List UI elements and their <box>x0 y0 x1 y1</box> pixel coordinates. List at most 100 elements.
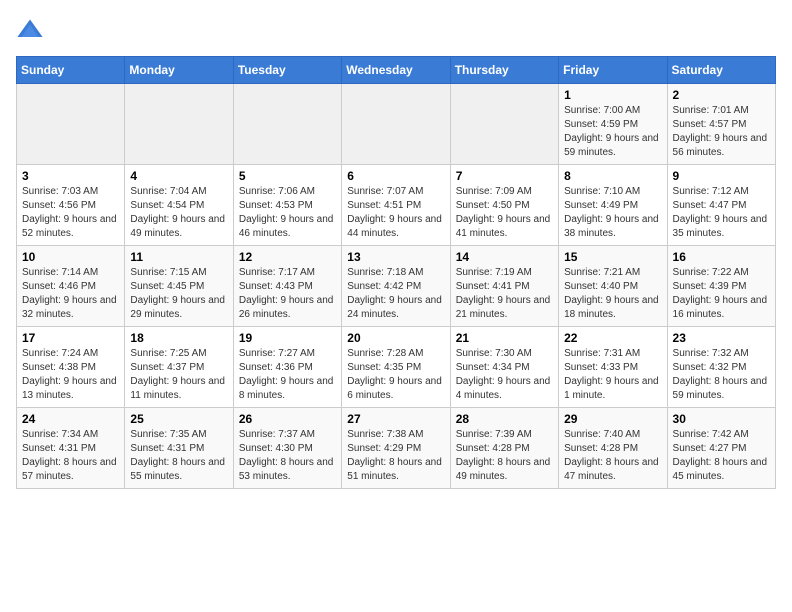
week-row-0: 1 Sunrise: 7:00 AM Sunset: 4:59 PM Daylig… <box>17 84 776 165</box>
day-info: Sunrise: 7:31 AM Sunset: 4:33 PM Dayligh… <box>564 347 661 403</box>
day-number: 19 <box>239 331 336 345</box>
day-cell: 19 Sunrise: 7:27 AM Sunset: 4:36 PM Dayli… <box>233 327 341 408</box>
day-cell: 11 Sunrise: 7:15 AM Sunset: 4:45 PM Dayli… <box>125 246 233 327</box>
day-cell: 16 Sunrise: 7:22 AM Sunset: 4:39 PM Dayli… <box>667 246 775 327</box>
day-cell: 2Sunrise: 7:01 AM Sunset: 4:57 PM Daylig… <box>667 84 775 165</box>
day-cell: 1 Sunrise: 7:00 AM Sunset: 4:59 PM Daylig… <box>559 84 667 165</box>
day-number: 25 <box>130 412 227 426</box>
week-row-2: 10 Sunrise: 7:14 AM Sunset: 4:46 PM Dayli… <box>17 246 776 327</box>
header-saturday: Saturday <box>667 57 775 84</box>
calendar-table: SundayMondayTuesdayWednesdayThursdayFrid… <box>16 56 776 489</box>
day-info: Sunrise: 7:42 AM Sunset: 4:27 PM Dayligh… <box>673 428 770 484</box>
day-cell: 3 Sunrise: 7:03 AM Sunset: 4:56 PM Daylig… <box>17 165 125 246</box>
day-number: 9 <box>673 169 770 183</box>
day-number: 12 <box>239 250 336 264</box>
day-info: Sunrise: 7:10 AM Sunset: 4:49 PM Dayligh… <box>564 185 661 241</box>
day-number: 22 <box>564 331 661 345</box>
day-info: Sunrise: 7:40 AM Sunset: 4:28 PM Dayligh… <box>564 428 661 484</box>
page-header <box>16 16 776 44</box>
day-number: 27 <box>347 412 444 426</box>
day-info: Sunrise: 7:01 AM Sunset: 4:57 PM Dayligh… <box>673 104 770 160</box>
day-cell <box>450 84 558 165</box>
day-info: Sunrise: 7:04 AM Sunset: 4:54 PM Dayligh… <box>130 185 227 241</box>
day-cell: 28 Sunrise: 7:39 AM Sunset: 4:28 PM Dayli… <box>450 408 558 489</box>
day-cell: 12 Sunrise: 7:17 AM Sunset: 4:43 PM Dayli… <box>233 246 341 327</box>
day-number: 8 <box>564 169 661 183</box>
week-row-4: 24Sunrise: 7:34 AM Sunset: 4:31 PM Dayli… <box>17 408 776 489</box>
day-cell: 29 Sunrise: 7:40 AM Sunset: 4:28 PM Dayli… <box>559 408 667 489</box>
day-cell: 27 Sunrise: 7:38 AM Sunset: 4:29 PM Dayli… <box>342 408 450 489</box>
day-cell: 25 Sunrise: 7:35 AM Sunset: 4:31 PM Dayli… <box>125 408 233 489</box>
day-number: 10 <box>22 250 119 264</box>
header-tuesday: Tuesday <box>233 57 341 84</box>
day-info: Sunrise: 7:17 AM Sunset: 4:43 PM Dayligh… <box>239 266 336 322</box>
day-cell: 4Sunrise: 7:04 AM Sunset: 4:54 PM Daylig… <box>125 165 233 246</box>
day-cell <box>17 84 125 165</box>
day-info: Sunrise: 7:15 AM Sunset: 4:45 PM Dayligh… <box>130 266 227 322</box>
day-info: Sunrise: 7:38 AM Sunset: 4:29 PM Dayligh… <box>347 428 444 484</box>
day-cell: 17 Sunrise: 7:24 AM Sunset: 4:38 PM Dayli… <box>17 327 125 408</box>
day-cell <box>233 84 341 165</box>
day-cell: 8 Sunrise: 7:10 AM Sunset: 4:49 PM Daylig… <box>559 165 667 246</box>
day-cell: 10 Sunrise: 7:14 AM Sunset: 4:46 PM Dayli… <box>17 246 125 327</box>
day-cell: 20Sunrise: 7:28 AM Sunset: 4:35 PM Dayli… <box>342 327 450 408</box>
header-thursday: Thursday <box>450 57 558 84</box>
day-cell: 7Sunrise: 7:09 AM Sunset: 4:50 PM Daylig… <box>450 165 558 246</box>
header-wednesday: Wednesday <box>342 57 450 84</box>
header-row: SundayMondayTuesdayWednesdayThursdayFrid… <box>17 57 776 84</box>
day-info: Sunrise: 7:12 AM Sunset: 4:47 PM Dayligh… <box>673 185 770 241</box>
day-number: 23 <box>673 331 770 345</box>
day-info: Sunrise: 7:30 AM Sunset: 4:34 PM Dayligh… <box>456 347 553 403</box>
day-cell: 5 Sunrise: 7:06 AM Sunset: 4:53 PM Daylig… <box>233 165 341 246</box>
day-info: Sunrise: 7:06 AM Sunset: 4:53 PM Dayligh… <box>239 185 336 241</box>
day-number: 15 <box>564 250 661 264</box>
day-info: Sunrise: 7:27 AM Sunset: 4:36 PM Dayligh… <box>239 347 336 403</box>
week-row-3: 17 Sunrise: 7:24 AM Sunset: 4:38 PM Dayli… <box>17 327 776 408</box>
week-row-1: 3 Sunrise: 7:03 AM Sunset: 4:56 PM Daylig… <box>17 165 776 246</box>
day-number: 29 <box>564 412 661 426</box>
day-info: Sunrise: 7:21 AM Sunset: 4:40 PM Dayligh… <box>564 266 661 322</box>
header-sunday: Sunday <box>17 57 125 84</box>
day-cell: 26Sunrise: 7:37 AM Sunset: 4:30 PM Dayli… <box>233 408 341 489</box>
day-info: Sunrise: 7:24 AM Sunset: 4:38 PM Dayligh… <box>22 347 119 403</box>
day-number: 6 <box>347 169 444 183</box>
header-friday: Friday <box>559 57 667 84</box>
day-info: Sunrise: 7:39 AM Sunset: 4:28 PM Dayligh… <box>456 428 553 484</box>
day-number: 14 <box>456 250 553 264</box>
day-info: Sunrise: 7:35 AM Sunset: 4:31 PM Dayligh… <box>130 428 227 484</box>
day-info: Sunrise: 7:19 AM Sunset: 4:41 PM Dayligh… <box>456 266 553 322</box>
day-number: 21 <box>456 331 553 345</box>
day-cell: 18 Sunrise: 7:25 AM Sunset: 4:37 PM Dayli… <box>125 327 233 408</box>
day-number: 20 <box>347 331 444 345</box>
day-cell <box>342 84 450 165</box>
day-cell: 14 Sunrise: 7:19 AM Sunset: 4:41 PM Dayli… <box>450 246 558 327</box>
day-number: 16 <box>673 250 770 264</box>
day-number: 28 <box>456 412 553 426</box>
day-number: 11 <box>130 250 227 264</box>
day-cell: 13Sunrise: 7:18 AM Sunset: 4:42 PM Dayli… <box>342 246 450 327</box>
day-cell: 21 Sunrise: 7:30 AM Sunset: 4:34 PM Dayli… <box>450 327 558 408</box>
day-cell: 6Sunrise: 7:07 AM Sunset: 4:51 PM Daylig… <box>342 165 450 246</box>
day-info: Sunrise: 7:00 AM Sunset: 4:59 PM Dayligh… <box>564 104 661 160</box>
day-number: 3 <box>22 169 119 183</box>
logo <box>16 16 50 44</box>
day-cell: 24Sunrise: 7:34 AM Sunset: 4:31 PM Dayli… <box>17 408 125 489</box>
day-cell: 15 Sunrise: 7:21 AM Sunset: 4:40 PM Dayli… <box>559 246 667 327</box>
day-number: 26 <box>239 412 336 426</box>
day-number: 17 <box>22 331 119 345</box>
day-info: Sunrise: 7:22 AM Sunset: 4:39 PM Dayligh… <box>673 266 770 322</box>
day-number: 1 <box>564 88 661 102</box>
day-cell: 22 Sunrise: 7:31 AM Sunset: 4:33 PM Dayli… <box>559 327 667 408</box>
day-info: Sunrise: 7:14 AM Sunset: 4:46 PM Dayligh… <box>22 266 119 322</box>
day-cell: 30Sunrise: 7:42 AM Sunset: 4:27 PM Dayli… <box>667 408 775 489</box>
day-cell: 9 Sunrise: 7:12 AM Sunset: 4:47 PM Daylig… <box>667 165 775 246</box>
day-number: 5 <box>239 169 336 183</box>
day-number: 24 <box>22 412 119 426</box>
day-info: Sunrise: 7:32 AM Sunset: 4:32 PM Dayligh… <box>673 347 770 403</box>
day-number: 7 <box>456 169 553 183</box>
day-number: 18 <box>130 331 227 345</box>
day-info: Sunrise: 7:18 AM Sunset: 4:42 PM Dayligh… <box>347 266 444 322</box>
day-info: Sunrise: 7:25 AM Sunset: 4:37 PM Dayligh… <box>130 347 227 403</box>
day-info: Sunrise: 7:03 AM Sunset: 4:56 PM Dayligh… <box>22 185 119 241</box>
header-monday: Monday <box>125 57 233 84</box>
